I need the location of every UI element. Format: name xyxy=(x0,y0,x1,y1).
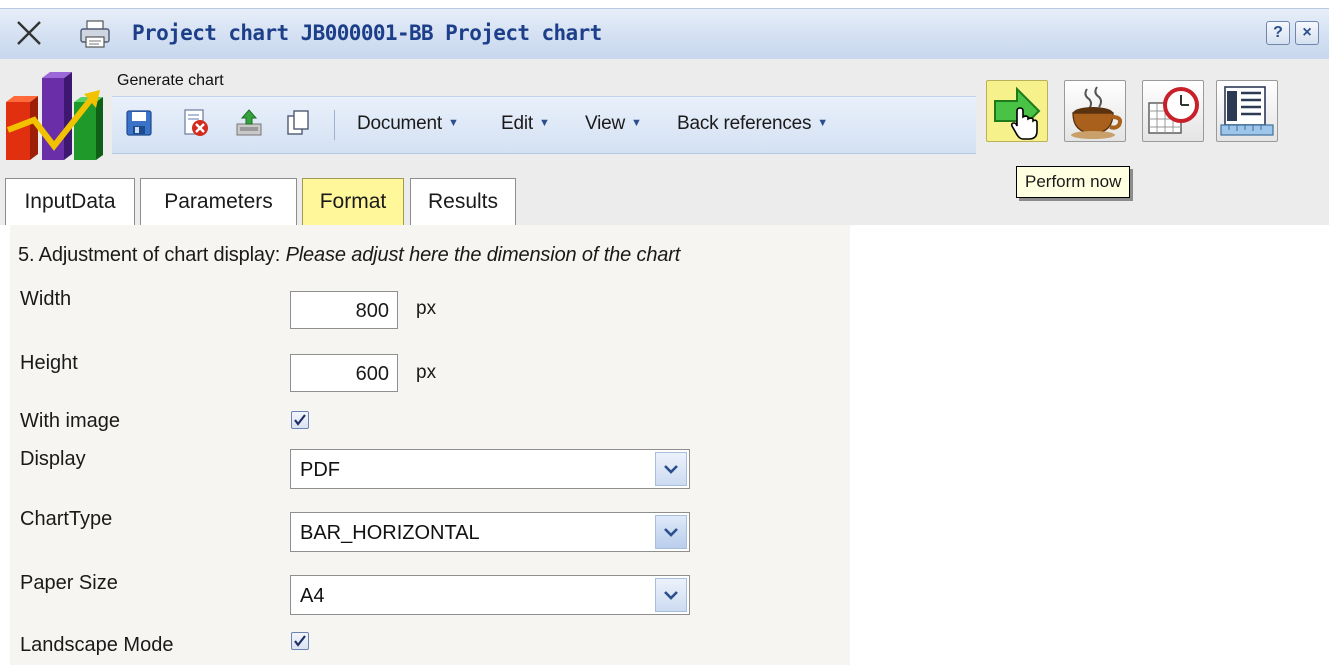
display-label: Display xyxy=(20,448,86,470)
display-select[interactable]: PDF xyxy=(290,449,690,489)
perform-now-tooltip: Perform now xyxy=(1016,166,1131,198)
save-icon[interactable] xyxy=(124,108,154,138)
close-icon[interactable] xyxy=(12,17,46,49)
close-window-button[interactable]: × xyxy=(1295,21,1319,45)
import-icon[interactable] xyxy=(234,108,264,138)
paper-size-value: A4 xyxy=(300,585,325,607)
menu-view[interactable]: View ▼ xyxy=(585,113,642,135)
chart-logo-icon xyxy=(4,72,104,162)
checkmark-icon xyxy=(294,635,306,647)
tab-results[interactable]: Results xyxy=(410,178,516,225)
title-bar: Project chart JB000001-BB Project chart … xyxy=(0,8,1329,60)
checkmark-icon xyxy=(294,414,306,426)
chart-type-select[interactable]: BAR_HORIZONTAL xyxy=(290,512,690,552)
chevron-down-icon: ▼ xyxy=(817,117,828,129)
landscape-mode-label: Landscape Mode xyxy=(20,634,174,656)
tab-format[interactable]: Format xyxy=(302,178,404,225)
menu-back-references[interactable]: Back references ▼ xyxy=(677,113,828,135)
chevron-down-icon: ▼ xyxy=(631,117,642,129)
printer-icon[interactable] xyxy=(78,18,114,50)
schedule-button[interactable] xyxy=(1142,80,1204,142)
coffee-cup-icon xyxy=(1071,86,1123,139)
green-arrow-icon xyxy=(994,86,1041,140)
tab-parameters[interactable]: Parameters xyxy=(140,178,297,225)
delete-document-icon[interactable] xyxy=(180,108,210,138)
chart-type-value: BAR_HORIZONTAL xyxy=(300,522,480,544)
display-value: PDF xyxy=(300,459,340,481)
chevron-down-icon: ▼ xyxy=(448,117,459,129)
chevron-down-icon: ▼ xyxy=(538,117,550,129)
landscape-mode-checkbox[interactable] xyxy=(291,632,309,650)
width-label: Width xyxy=(20,288,72,310)
calendar-clock-icon xyxy=(1148,87,1199,134)
section-heading: 5. Adjustment of chart display: Please a… xyxy=(18,244,681,266)
width-unit: px xyxy=(416,298,437,319)
paper-size-label: Paper Size xyxy=(20,572,118,594)
width-input[interactable]: 800 xyxy=(290,291,398,329)
menu-edit[interactable]: Edit ▼ xyxy=(501,113,550,135)
height-unit: px xyxy=(416,362,437,383)
table-ruler-icon xyxy=(1220,86,1274,136)
chart-type-label: ChartType xyxy=(20,508,113,530)
window-title: Project chart JB000001-BB Project chart xyxy=(132,21,602,45)
with-image-checkbox[interactable] xyxy=(291,411,309,429)
toolbar-separator xyxy=(334,110,335,140)
tab-inputdata[interactable]: InputData xyxy=(5,178,135,225)
with-image-label: With image xyxy=(20,410,121,432)
chevron-down-icon[interactable] xyxy=(655,452,687,486)
perform-now-button[interactable] xyxy=(986,80,1048,142)
copy-icon[interactable] xyxy=(284,108,314,138)
chevron-down-icon[interactable] xyxy=(655,578,687,612)
toolbar-caption: Generate chart xyxy=(117,72,224,89)
chevron-down-icon[interactable] xyxy=(655,515,687,549)
height-label: Height xyxy=(20,352,78,374)
table-layout-button[interactable] xyxy=(1216,80,1278,142)
paper-size-select[interactable]: A4 xyxy=(290,575,690,615)
help-button[interactable]: ? xyxy=(1266,21,1290,45)
menu-document[interactable]: Document ▼ xyxy=(357,113,459,135)
coffee-cup-button[interactable] xyxy=(1064,80,1126,142)
height-input[interactable]: 600 xyxy=(290,354,398,392)
